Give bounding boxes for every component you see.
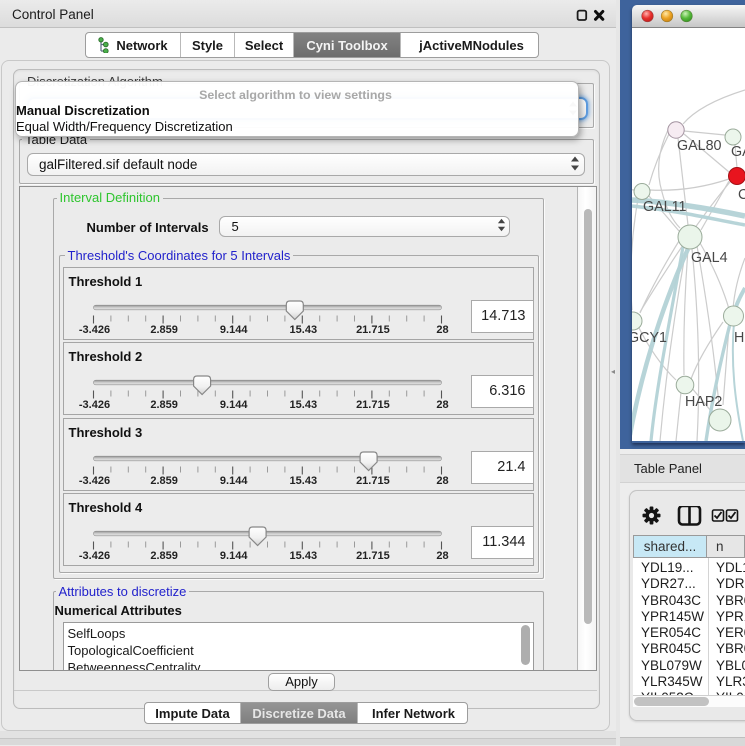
svg-text:GAL11: GAL11 <box>643 199 686 215</box>
svg-text:28: 28 <box>436 399 448 411</box>
svg-text:28: 28 <box>436 324 448 336</box>
svg-text:15.43: 15.43 <box>289 399 317 411</box>
svg-text:9.144: 9.144 <box>219 550 247 562</box>
svg-text:-3.426: -3.426 <box>78 550 109 562</box>
svg-text:GCY1: GCY1 <box>632 330 667 346</box>
svg-text:GA: GA <box>731 144 745 160</box>
svg-text:21.715: 21.715 <box>356 475 390 487</box>
svg-text:2.859: 2.859 <box>150 475 178 487</box>
svg-text:15.43: 15.43 <box>289 475 317 487</box>
svg-text:GAL80: GAL80 <box>677 138 722 154</box>
svg-text:15.43: 15.43 <box>289 324 317 336</box>
svg-text:28: 28 <box>436 550 448 562</box>
svg-text:15.43: 15.43 <box>289 550 317 562</box>
svg-text:9.144: 9.144 <box>219 399 247 411</box>
svg-text:H: H <box>734 330 744 346</box>
svg-text:21.715: 21.715 <box>356 550 390 562</box>
svg-text:2.859: 2.859 <box>150 550 178 562</box>
svg-text:GAL4: GAL4 <box>691 250 728 266</box>
svg-text:2.859: 2.859 <box>150 399 178 411</box>
svg-text:9.144: 9.144 <box>219 324 247 336</box>
svg-text:C: C <box>738 187 745 203</box>
svg-text:-3.426: -3.426 <box>78 324 109 336</box>
svg-text:2.859: 2.859 <box>150 324 178 336</box>
svg-text:28: 28 <box>436 475 448 487</box>
svg-text:HAP2: HAP2 <box>685 394 722 410</box>
svg-text:-3.426: -3.426 <box>78 475 109 487</box>
svg-text:21.715: 21.715 <box>356 399 390 411</box>
svg-text:21.715: 21.715 <box>356 324 390 336</box>
svg-text:-3.426: -3.426 <box>78 399 109 411</box>
svg-text:9.144: 9.144 <box>219 475 247 487</box>
